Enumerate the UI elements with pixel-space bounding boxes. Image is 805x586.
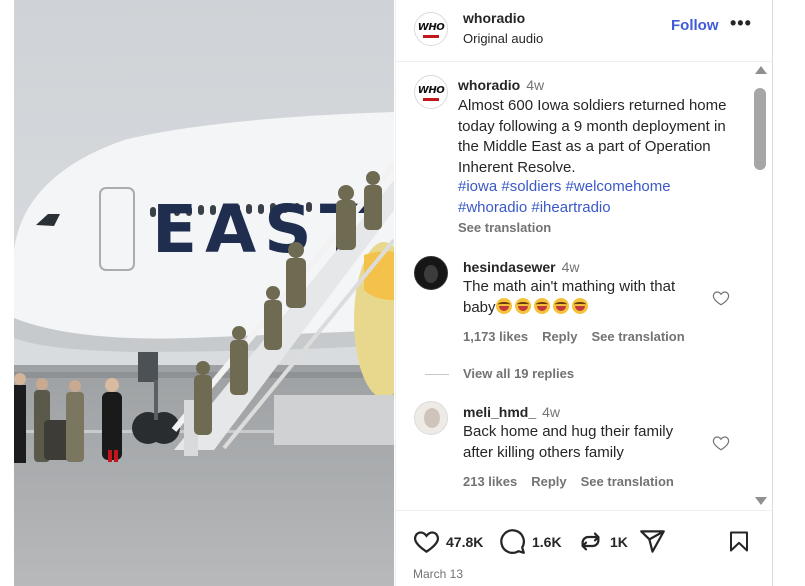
comment-text: The math ain't mathing with that baby [463, 276, 703, 318]
caption-see-translation[interactable]: See translation [458, 218, 728, 239]
comment-icon [500, 529, 525, 554]
commenter-avatar[interactable] [414, 401, 448, 435]
scrollbar-thumb[interactable] [754, 88, 766, 170]
post-header: WHO whoradio Original audio Follow ••• [396, 0, 774, 62]
comment-see-translation[interactable]: See translation [591, 329, 684, 344]
repost-count: 1K [610, 533, 628, 550]
more-options-icon[interactable]: ••• [730, 13, 752, 34]
comment-likes-count[interactable]: 1,173 likes [463, 329, 528, 344]
caption-hashtags: #iowa #soldiers #welcomehome #whoradio #… [458, 177, 728, 239]
comment-button[interactable]: 1.6K [499, 528, 562, 555]
laughing-emoji-icon [571, 298, 588, 314]
comment-like-heart-icon[interactable] [712, 289, 730, 307]
heart-icon [414, 531, 439, 553]
comment-username-row: meli_hmd_ 4w [463, 404, 560, 420]
laughing-emoji-row [495, 298, 591, 316]
caption-username-row: whoradio 4w [458, 77, 544, 93]
avatar-logo-bar [423, 98, 439, 101]
avatar-logo-bar [423, 35, 439, 38]
share-button[interactable] [639, 528, 666, 555]
comment-username[interactable]: meli_hmd_ [463, 404, 536, 420]
original-audio-link[interactable]: Original audio [463, 31, 543, 46]
save-button[interactable] [727, 528, 751, 555]
comment-time: 4w [542, 404, 561, 420]
laughing-emoji-icon [495, 298, 512, 314]
comment-like-heart-icon[interactable] [712, 434, 730, 452]
comment-reply-button[interactable]: Reply [531, 474, 566, 489]
comment-count: 1.6K [532, 533, 562, 550]
post-media-video[interactable]: EAST [14, 0, 394, 586]
avatar-silhouette [424, 265, 438, 283]
like-count: 47.8K [446, 533, 484, 550]
comment-username[interactable]: hesindasewer [463, 259, 556, 275]
author-avatar[interactable]: WHO [414, 12, 448, 46]
repost-icon [581, 532, 600, 551]
caption-time: 4w [526, 77, 545, 93]
repost-button[interactable]: 1K [577, 528, 628, 555]
post-details-panel: WHO whoradio Original audio Follow ••• W… [395, 0, 774, 586]
caption-avatar[interactable]: WHO [414, 75, 448, 109]
comment-likes-count[interactable]: 213 likes [463, 474, 517, 489]
laughing-emoji-icon [552, 298, 569, 314]
like-button[interactable]: 47.8K [413, 528, 483, 555]
laughing-emoji-icon [533, 298, 550, 314]
scrollbar[interactable] [754, 66, 767, 508]
scroll-up-arrow-icon[interactable] [755, 66, 767, 74]
comment-text: Back home and hug their family after kil… [463, 423, 674, 461]
laughing-emoji-icon [514, 298, 531, 314]
hashtag-links[interactable]: #iowa #soldiers #welcomehome #whoradio #… [458, 177, 728, 218]
scroll-down-arrow-icon[interactable] [755, 497, 767, 505]
avatar-logo-text: WHO [417, 85, 445, 96]
commenter-avatar[interactable] [414, 256, 448, 290]
comment-meta: 213 likes Reply See translation [463, 474, 688, 489]
view-replies-button[interactable]: View all 19 replies [463, 366, 574, 381]
comment-reply-button[interactable]: Reply [542, 329, 577, 344]
bookmark-icon [730, 531, 748, 552]
comment-meta: 1,173 likes Reply See translation [463, 329, 699, 344]
comment-username-row: hesindasewer 4w [463, 259, 580, 275]
comments-scroll-area[interactable]: WHO whoradio 4w Almost 600 Iowa soldiers … [396, 63, 774, 509]
follow-button[interactable]: Follow [671, 17, 719, 34]
avatar-face [424, 408, 440, 428]
comment-see-translation[interactable]: See translation [581, 474, 674, 489]
avatar-logo-text: WHO [417, 22, 445, 33]
post-actions-bar: 47.8K 1.6K 1K March 13 [396, 510, 774, 586]
caption-text: Almost 600 Iowa soldiers returned home t… [458, 97, 727, 176]
share-icon [640, 530, 665, 553]
caption-username[interactable]: whoradio [458, 77, 520, 93]
comment-time: 4w [561, 259, 580, 275]
airplane-scene: EAST [14, 0, 394, 586]
author-username[interactable]: whoradio [463, 10, 525, 26]
post-date[interactable]: March 13 [413, 567, 463, 581]
